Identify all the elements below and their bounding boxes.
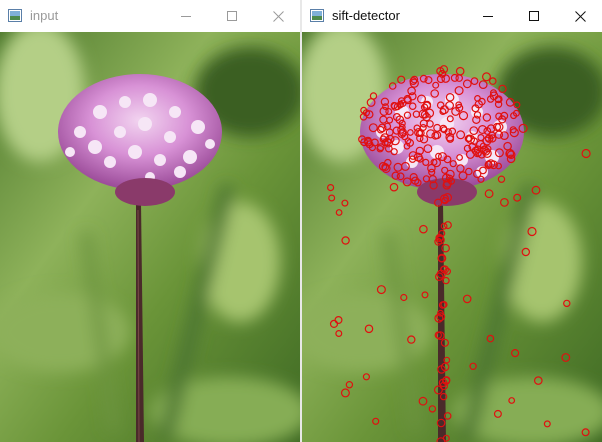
flower-image-with-keypoints — [302, 32, 602, 442]
minimize-icon — [483, 16, 493, 17]
image-view — [0, 32, 300, 442]
input-window: input — [0, 0, 300, 442]
maximize-icon — [227, 11, 237, 21]
minimize-button[interactable] — [466, 0, 510, 32]
minimize-icon — [181, 16, 191, 17]
sift-detector-window: sift-detector — [302, 0, 602, 442]
maximize-button[interactable] — [210, 0, 254, 32]
close-icon — [272, 10, 284, 22]
close-button[interactable] — [256, 0, 300, 32]
maximize-icon — [529, 11, 539, 21]
image-view — [302, 32, 602, 442]
app-icon — [8, 9, 22, 22]
maximize-button[interactable] — [512, 0, 556, 32]
close-icon — [574, 10, 586, 22]
title-bar[interactable]: sift-detector — [302, 0, 602, 32]
title-bar[interactable]: input — [0, 0, 300, 32]
flower-image — [0, 32, 300, 442]
app-icon — [310, 9, 324, 22]
window-title: sift-detector — [332, 8, 400, 23]
minimize-button[interactable] — [164, 0, 208, 32]
close-button[interactable] — [558, 0, 602, 32]
window-title: input — [30, 8, 59, 23]
